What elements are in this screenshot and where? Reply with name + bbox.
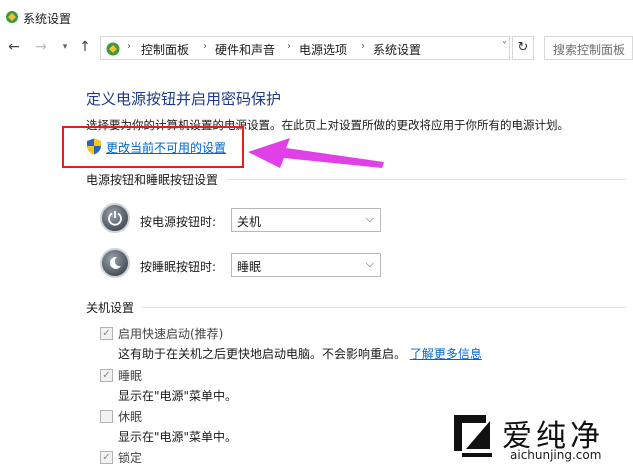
fast-startup-label: 启用快速启动(推荐): [118, 327, 224, 341]
breadcrumb-hardware-sound[interactable]: 硬件和声音: [215, 41, 275, 58]
breadcrumb-system-settings[interactable]: 系统设置: [373, 41, 421, 58]
section-divider: [142, 307, 626, 308]
breadcrumb-power-options[interactable]: 电源选项: [299, 41, 347, 58]
learn-more-link[interactable]: 了解更多信息: [410, 347, 482, 361]
title-bar: 系统设置: [0, 0, 633, 34]
control-panel-icon: [6, 11, 18, 23]
lock-checkbox[interactable]: ✓: [100, 451, 113, 464]
address-dropdown-icon[interactable]: ˅: [502, 41, 507, 52]
watermark: 爱纯净 aichunjing.com: [440, 405, 633, 467]
chevron-down-icon: ▾: [62, 42, 68, 52]
arrow-up-icon: ↑: [79, 39, 91, 55]
window-title: 系统设置: [23, 12, 72, 26]
forward-button[interactable]: →: [32, 38, 50, 56]
chevron-right-icon: ›: [287, 41, 291, 52]
power-buttons-section-title: 电源按钮和睡眠按钮设置: [86, 173, 219, 187]
address-bar[interactable]: › 控制面板 › 硬件和声音 › 电源选项 › 系统设置 ˅: [100, 36, 510, 60]
arrow-right-icon: →: [35, 39, 47, 55]
refresh-icon: ↻: [517, 40, 529, 55]
recent-locations-button[interactable]: ▾: [56, 38, 74, 56]
chevron-down-icon: ⌵: [365, 257, 374, 270]
fast-startup-description: 这有助于在关机之后更快地启动电脑。不会影响重启。 了解更多信息: [118, 347, 482, 361]
hibernate-checkbox[interactable]: [100, 410, 113, 423]
page-title: 定义电源按钮并启用密码保护: [86, 90, 282, 108]
sleep-button-action-select[interactable]: 睡眠 ⌵: [231, 253, 381, 277]
arrow-left-icon: ←: [8, 39, 20, 55]
highlight-box: [62, 126, 244, 168]
breadcrumb-control-panel[interactable]: 控制面板: [141, 41, 189, 58]
up-button[interactable]: ↑: [76, 38, 94, 56]
power-button-icon: [100, 203, 130, 233]
back-button[interactable]: ←: [5, 38, 23, 56]
refresh-button[interactable]: ↻: [512, 36, 534, 60]
watermark-url: aichunjing.com: [510, 448, 602, 462]
power-button-action-select[interactable]: 关机 ⌵: [231, 208, 381, 232]
section-divider: [226, 179, 626, 180]
power-button-action-value: 关机: [237, 215, 262, 229]
power-button-label: 按电源按钮时:: [140, 215, 217, 229]
sleep-button-icon: [100, 248, 130, 278]
sleep-button-label: 按睡眠按钮时:: [140, 260, 217, 274]
watermark-logo-icon: [454, 415, 492, 457]
control-panel-icon: [106, 42, 120, 56]
annotation-arrow-icon: [248, 138, 384, 168]
chevron-right-icon: ›: [203, 41, 207, 52]
hibernate-label: 休眠: [118, 410, 143, 424]
fast-startup-checkbox[interactable]: ✓: [100, 327, 113, 340]
sleep-label: 睡眠: [118, 369, 143, 383]
shutdown-section-title: 关机设置: [86, 301, 135, 315]
sleep-description: 显示在"电源"菜单中。: [118, 389, 238, 403]
search-input[interactable]: 搜索控制面板: [544, 36, 633, 60]
chevron-right-icon: ›: [127, 41, 131, 52]
sleep-checkbox[interactable]: ✓: [100, 369, 113, 382]
sleep-button-action-value: 睡眠: [237, 260, 262, 274]
hibernate-description: 显示在"电源"菜单中。: [118, 430, 238, 444]
chevron-down-icon: ⌵: [365, 212, 374, 225]
lock-label: 锁定: [118, 451, 143, 465]
chevron-right-icon: ›: [361, 41, 365, 52]
